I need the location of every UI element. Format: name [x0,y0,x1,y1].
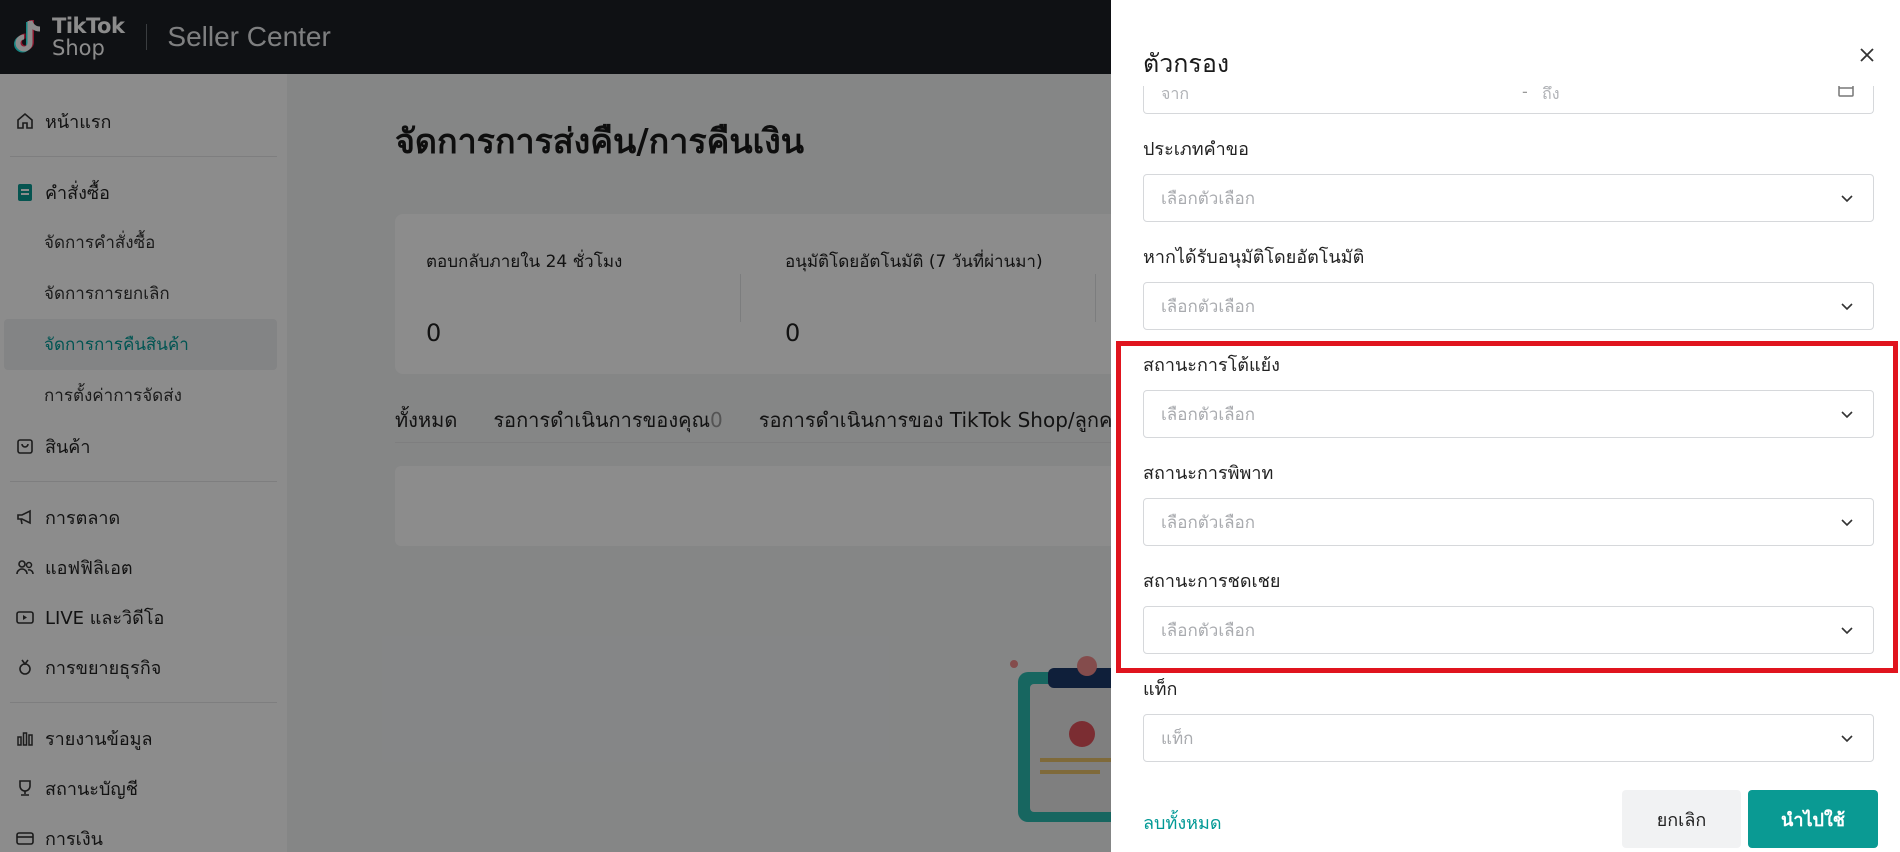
apply-button[interactable]: นำไปใช้ [1748,790,1878,848]
select-placeholder: เลือกตัวเลือก [1161,404,1256,425]
select-tags[interactable]: แท็ก [1143,714,1874,762]
chevron-down-icon [1841,195,1853,203]
date-input-clip [1143,66,1874,86]
select-placeholder: เลือกตัวเลือก [1161,512,1256,533]
close-icon[interactable] [1856,44,1878,66]
chevron-down-icon [1841,519,1853,527]
drawer-title: ตัวกรอง [1143,49,1230,78]
select-appeal-status[interactable]: เลือกตัวเลือก [1143,390,1874,438]
label-dispute-status: สถานะการพิพาท [1143,463,1274,484]
select-placeholder: เลือกตัวเลือก [1161,620,1256,641]
select-placeholder: เลือกตัวเลือก [1161,188,1256,209]
chevron-down-icon [1841,735,1853,743]
select-placeholder: เลือกตัวเลือก [1161,296,1256,317]
chevron-down-icon [1841,411,1853,419]
label-request-type: ประเภทคำขอ [1143,139,1249,160]
drawer-footer: ลบทั้งหมด ยกเลิก นำไปใช้ [1111,784,1900,852]
modal-overlay[interactable] [0,0,1111,852]
select-compensation-status[interactable]: เลือกตัวเลือก [1143,606,1874,654]
label-compensation-status: สถานะการชดเชย [1143,571,1281,592]
select-request-type[interactable]: เลือกตัวเลือก [1143,174,1874,222]
select-dispute-status[interactable]: เลือกตัวเลือก [1143,498,1874,546]
select-auto-approved[interactable]: เลือกตัวเลือก [1143,282,1874,330]
select-placeholder: แท็ก [1161,728,1194,749]
label-appeal-status: สถานะการโต้แย้ง [1143,355,1280,376]
cancel-button[interactable]: ยกเลิก [1622,790,1741,848]
filter-drawer: จาก - ถึง ตัวกรอง ประเภทคำขอ เลือกตัวเลื… [1111,0,1900,852]
chevron-down-icon [1841,627,1853,635]
clear-all-link[interactable]: ลบทั้งหมด [1143,808,1222,837]
chevron-down-icon [1841,303,1853,311]
label-auto-approved: หากได้รับอนุมัติโดยอัตโนมัติ [1143,247,1365,268]
label-tags: แท็ก [1143,679,1178,700]
